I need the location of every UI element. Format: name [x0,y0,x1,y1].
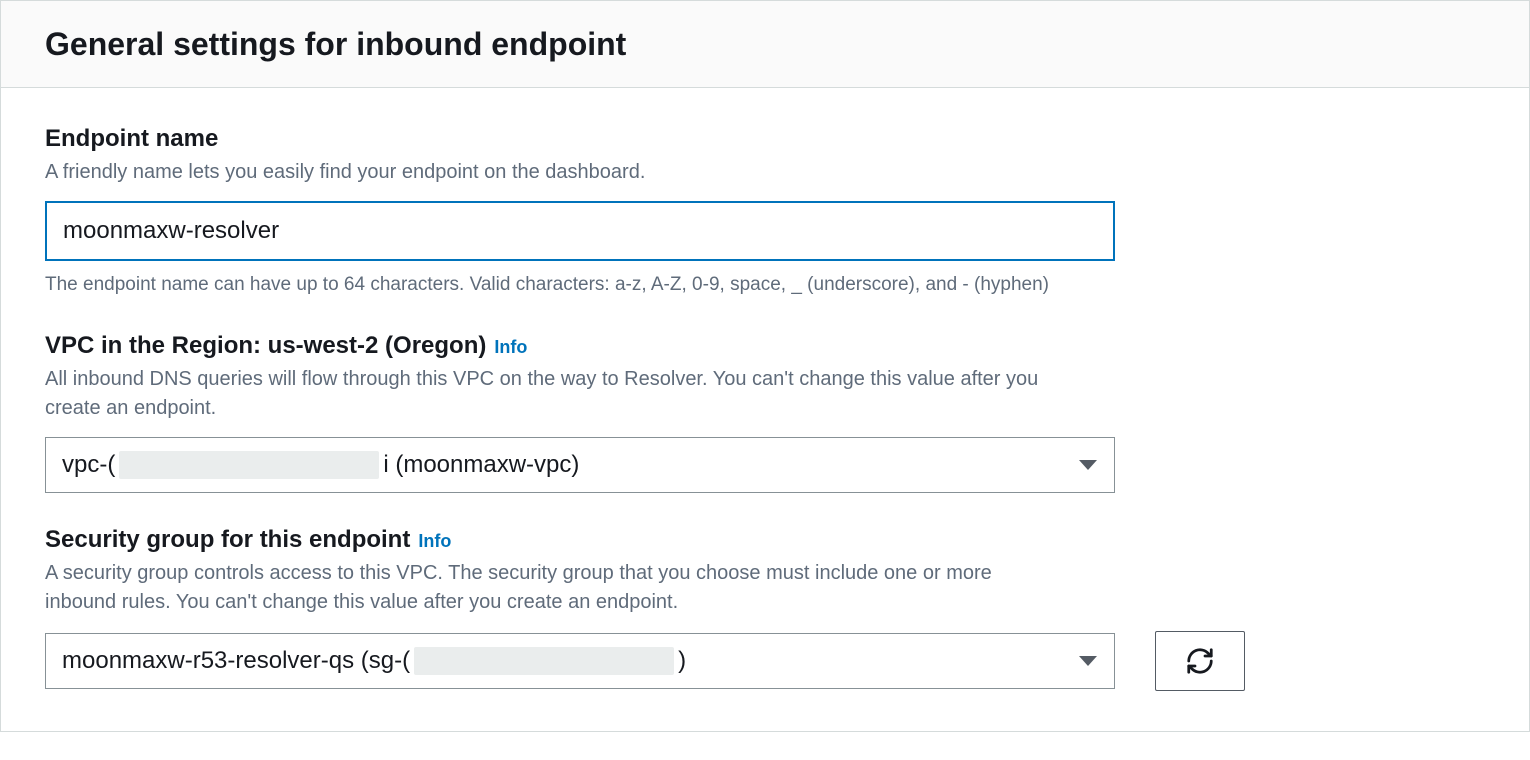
vpc-select[interactable]: vpc-( i (moonmaxw-vpc) [45,437,1115,493]
field-endpoint-name: Endpoint name A friendly name lets you e… [45,124,1485,299]
vpc-selected-prefix: vpc-( [62,438,115,492]
field-vpc: VPC in the Region: us-west-2 (Oregon) In… [45,331,1485,493]
vpc-label: VPC in the Region: us-west-2 (Oregon) [45,331,486,361]
sg-selected-prefix: moonmaxw-r53-resolver-qs (sg-( [62,634,410,688]
security-group-select[interactable]: moonmaxw-r53-resolver-qs (sg-( ) [45,633,1115,689]
page-title: General settings for inbound endpoint [45,25,1485,63]
security-group-hint: A security group controls access to this… [45,559,1045,617]
endpoint-name-label: Endpoint name [45,124,1485,154]
security-group-label: Security group for this endpoint [45,525,410,555]
sg-selected-suffix: ) [678,634,686,688]
panel-body: Endpoint name A friendly name lets you e… [1,88,1529,731]
vpc-hint: All inbound DNS queries will flow throug… [45,365,1045,423]
endpoint-name-hint: A friendly name lets you easily find you… [45,158,1045,187]
sg-id-redacted [414,647,674,675]
vpc-selected-suffix: i (moonmaxw-vpc) [383,438,579,492]
refresh-icon [1185,646,1215,676]
settings-panel: General settings for inbound endpoint En… [0,0,1530,732]
security-group-info-link[interactable]: Info [418,530,451,553]
endpoint-name-input[interactable] [45,201,1115,261]
vpc-info-link[interactable]: Info [494,336,527,359]
endpoint-name-constraint: The endpoint name can have up to 64 char… [45,271,1485,299]
field-security-group: Security group for this endpoint Info A … [45,525,1485,691]
vpc-id-redacted [119,451,379,479]
panel-header: General settings for inbound endpoint [1,1,1529,88]
security-group-refresh-button[interactable] [1155,631,1245,691]
